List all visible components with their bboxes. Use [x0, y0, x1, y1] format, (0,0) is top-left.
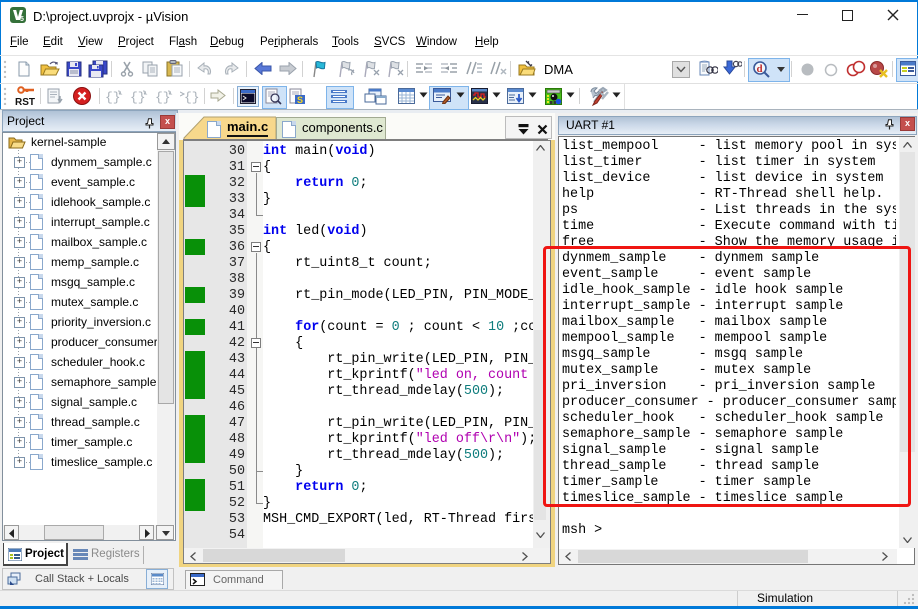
svg-text:S: S — [297, 95, 303, 105]
svg-text:{}: {} — [130, 90, 146, 104]
svg-text:{}: {} — [105, 90, 121, 104]
svg-text:RST: RST — [15, 97, 35, 108]
svg-text:d: d — [757, 63, 763, 75]
svg-text:5: 5 — [20, 16, 24, 23]
svg-text:{}: {} — [155, 90, 171, 104]
svg-text:{}: {} — [184, 90, 199, 104]
